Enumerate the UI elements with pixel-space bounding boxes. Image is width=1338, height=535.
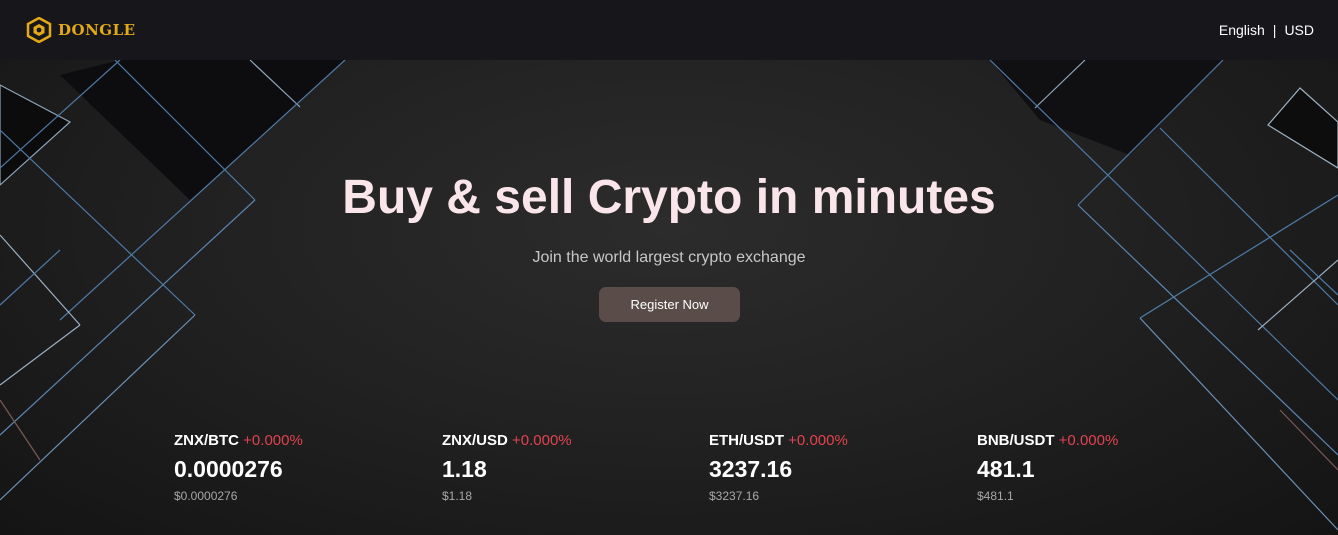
ticker-change: +0.000% xyxy=(243,432,303,449)
ticker-price: 3237.16 xyxy=(709,456,793,482)
ticker-usd-value: $481.1 xyxy=(977,489,1014,503)
ticker-pair: BNB/USDT xyxy=(977,432,1055,449)
ticker-header: ETH/USDT +0.000% xyxy=(709,432,949,449)
ticker-usd-value: $3237.16 xyxy=(709,489,760,503)
ticker-item[interactable]: ZNX/BTC +0.000% 0.0000276 $0.0000276 xyxy=(174,432,414,503)
brand-logo[interactable]: DONGLE xyxy=(26,17,136,43)
ticker-pair: ZNX/BTC xyxy=(174,432,239,449)
ticker-usd-value: $0.0000276 xyxy=(174,489,238,503)
dongle-logo-icon xyxy=(26,17,52,43)
hero-title: Buy & sell Crypto in minutes xyxy=(342,171,996,224)
ticker-item[interactable]: ETH/USDT +0.000% 3237.16 $3237.16 xyxy=(709,432,949,503)
language-selector[interactable]: English xyxy=(1219,22,1265,38)
ticker-pair: ETH/USDT xyxy=(709,432,784,449)
top-navbar: DONGLE English | USD xyxy=(0,0,1338,60)
ticker-change: +0.000% xyxy=(788,432,848,449)
nav-right: English | USD xyxy=(1219,22,1314,38)
brand-name: DONGLE xyxy=(58,21,136,39)
currency-selector[interactable]: USD xyxy=(1284,22,1314,38)
ticker-item[interactable]: BNB/USDT +0.000% 481.1 $481.1 xyxy=(977,432,1217,503)
ticker-header: ZNX/USD +0.000% xyxy=(442,432,682,449)
register-now-button[interactable]: Register Now xyxy=(599,287,740,322)
ticker-header: BNB/USDT +0.000% xyxy=(977,432,1217,449)
ticker-price: 481.1 xyxy=(977,456,1035,482)
ticker-item[interactable]: ZNX/USD +0.000% 1.18 $1.18 xyxy=(442,432,682,503)
hero-section: Buy & sell Crypto in minutes Join the wo… xyxy=(0,60,1338,535)
ticker-change: +0.000% xyxy=(512,432,572,449)
ticker-pair: ZNX/USD xyxy=(442,432,508,449)
ticker-price: 0.0000276 xyxy=(174,456,283,482)
nav-separator: | xyxy=(1272,22,1277,38)
ticker-header: ZNX/BTC +0.000% xyxy=(174,432,414,449)
ticker-usd-value: $1.18 xyxy=(442,489,473,503)
ticker-change: +0.000% xyxy=(1058,432,1119,449)
ticker-price: 1.18 xyxy=(442,456,487,482)
hero-subtitle: Join the world largest crypto exchange xyxy=(532,249,806,266)
